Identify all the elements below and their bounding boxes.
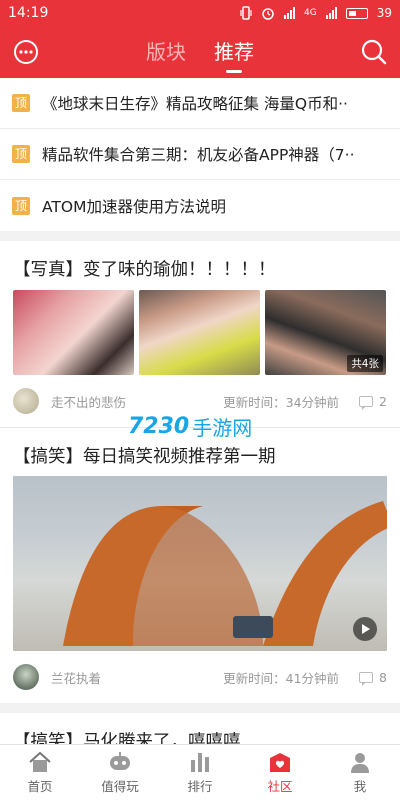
signal-icon-2 xyxy=(325,7,337,19)
video-thumbnail[interactable] xyxy=(13,476,387,651)
post-title[interactable]: 【写真】变了味的瑜伽！！！！！ xyxy=(13,241,387,290)
update-time: 更新时间：34分钟前 xyxy=(223,394,340,410)
app-header: 版块 推荐 xyxy=(0,26,400,78)
comment-icon xyxy=(359,395,374,410)
post-title[interactable]: 【搞笑】马化腾来了，嘻嘻嘻 xyxy=(13,713,387,744)
user-icon xyxy=(351,753,369,773)
post-images: 共4张 xyxy=(13,290,387,375)
divider xyxy=(0,231,400,241)
search-icon[interactable] xyxy=(360,38,388,66)
nav-label: 值得玩 xyxy=(101,779,139,794)
post-card[interactable]: 【搞笑】马化腾来了，嘻嘻嘻 xyxy=(0,713,400,744)
comment-count-value: 8 xyxy=(379,669,387,685)
post-meta: 兰花执着 更新时间：41分钟前 8 xyxy=(13,651,387,703)
nav-worth-playing[interactable]: 值得玩 xyxy=(80,745,160,800)
battery-level: 39 xyxy=(376,6,392,20)
pin-badge: 顶 xyxy=(12,145,30,163)
nav-ranking[interactable]: 排行 xyxy=(160,745,240,800)
comment-count[interactable]: 2 xyxy=(359,393,387,410)
status-bar: 14:19 4G 39 xyxy=(0,0,400,26)
pin-badge: 顶 xyxy=(12,196,30,215)
status-time: 14:19 xyxy=(8,5,49,21)
avatar[interactable] xyxy=(13,388,39,414)
network-type: 4G xyxy=(304,8,317,18)
avatar[interactable] xyxy=(13,664,39,690)
nav-me[interactable]: 我 xyxy=(320,745,400,800)
header-tabs: 版块 推荐 xyxy=(0,26,400,78)
bottom-nav: 首页 值得玩 排行 社区 我 xyxy=(0,744,400,800)
nav-home[interactable]: 首页 xyxy=(0,745,80,800)
tab-sections[interactable]: 版块 xyxy=(146,26,186,78)
pinned-title: 精品软件集合第三期：机友必备APP神器（7·· xyxy=(42,146,355,164)
watermark-logo: 7230 手游网 xyxy=(128,412,252,441)
pinned-item[interactable]: 顶 《地球末日生存》精品攻略征集 海量Q币和·· xyxy=(0,78,400,129)
feed[interactable]: 顶 《地球末日生存》精品攻略征集 海量Q币和·· 顶 精品软件集合第三期：机友必… xyxy=(0,78,400,744)
nav-label: 排行 xyxy=(187,779,213,794)
alarm-icon xyxy=(262,8,274,20)
nav-label: 我 xyxy=(353,779,367,794)
post-image[interactable]: 共4张 xyxy=(265,290,386,375)
battery-icon xyxy=(345,7,368,19)
nav-label: 首页 xyxy=(27,779,53,794)
status-icons: 4G 39 xyxy=(240,6,392,20)
gamepad-icon xyxy=(110,752,130,770)
watermark-number: 7230 xyxy=(128,414,190,439)
home-icon xyxy=(29,751,51,772)
pinned-list: 顶 《地球末日生存》精品攻略征集 海量Q币和·· 顶 精品软件集合第三期：机友必… xyxy=(0,78,400,231)
pinned-title: ATOM加速器使用方法说明 xyxy=(42,197,226,216)
pinned-item[interactable]: 顶 ATOM加速器使用方法说明 xyxy=(0,180,400,231)
vibrate-icon xyxy=(240,6,252,20)
video-frame xyxy=(63,501,387,646)
signal-icon xyxy=(284,7,296,19)
community-icon xyxy=(270,753,290,772)
screen: 14:19 4G 39 版块 推荐 顶 《地球末日生存》精品攻略征集 海量Q币和… xyxy=(0,0,400,800)
author-name[interactable]: 兰花执着 xyxy=(51,668,223,687)
post-card[interactable]: 【搞笑】每日搞笑视频推荐第一期 兰花执着 更新时间：41分钟前 8 xyxy=(0,428,400,703)
nav-community[interactable]: 社区 xyxy=(240,745,320,800)
post-image[interactable] xyxy=(13,290,134,375)
post-image[interactable] xyxy=(139,290,260,375)
pinned-item[interactable]: 顶 精品软件集合第三期：机友必备APP神器（7·· xyxy=(0,129,400,180)
author-name[interactable]: 走不出的悲伤 xyxy=(51,392,223,411)
play-button[interactable] xyxy=(353,617,377,641)
watermark-text: 手游网 xyxy=(192,416,253,440)
nav-label: 社区 xyxy=(267,779,293,794)
comment-icon xyxy=(359,671,374,686)
ranking-icon xyxy=(191,753,209,772)
pinned-title: 《地球末日生存》精品攻略征集 海量Q币和·· xyxy=(42,95,348,113)
post-card[interactable]: 【写真】变了味的瑜伽！！！！！ 共4张 走不出的悲伤 更新时间：34分钟前 2 xyxy=(0,241,400,427)
tab-recommended[interactable]: 推荐 xyxy=(214,26,254,78)
image-count-badge: 共4张 xyxy=(347,355,383,372)
update-time: 更新时间：41分钟前 xyxy=(223,670,340,686)
divider xyxy=(0,703,400,713)
pin-badge: 顶 xyxy=(12,94,30,112)
comment-count[interactable]: 8 xyxy=(359,669,387,686)
comment-count-value: 2 xyxy=(379,393,387,409)
